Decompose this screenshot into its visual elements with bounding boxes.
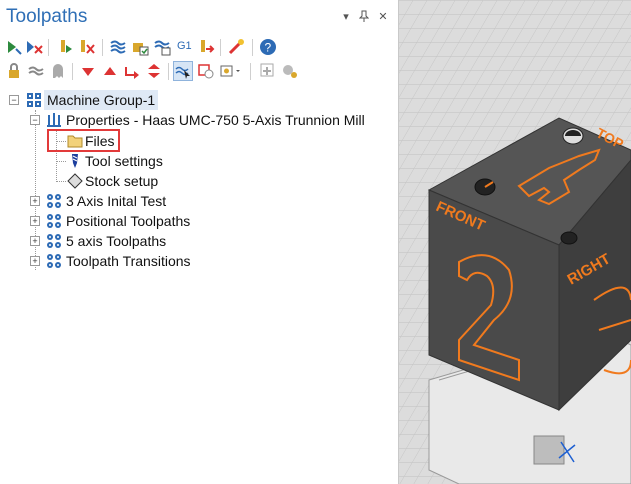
panel-titlebar: Toolpaths ▾ ✕ — [0, 0, 398, 32]
tree-row-machine-group[interactable]: − Machine Group-1 — [0, 90, 398, 110]
highlight-box — [47, 129, 120, 152]
group-label: 3 Axis Inital Test — [66, 193, 167, 209]
lock-icon[interactable] — [4, 61, 24, 81]
expand-icon[interactable]: + — [30, 216, 40, 226]
toolbar-row-1: G1 ? — [2, 37, 398, 59]
simulate-icon[interactable] — [152, 37, 172, 57]
toolbar-separator — [220, 39, 221, 56]
post-icon[interactable] — [258, 61, 278, 81]
close-icon[interactable]: ✕ — [376, 10, 390, 23]
arrow-down-icon[interactable] — [78, 61, 98, 81]
backplot-icon[interactable] — [108, 37, 128, 57]
tree-row-group[interactable]: + Toolpath Transitions — [0, 251, 398, 271]
tree-row-group[interactable]: + 5 axis Toolpaths — [0, 231, 398, 251]
g1-label: G1 — [177, 40, 192, 52]
tree-row-properties[interactable]: − Properties - Haas UMC-750 5-Axis Trunn… — [0, 110, 398, 130]
regenerate-dirty-icon[interactable] — [76, 37, 96, 57]
arrow-up-icon[interactable] — [100, 61, 120, 81]
deselect-icon[interactable] — [24, 37, 44, 57]
svg-text:?: ? — [265, 41, 272, 55]
waves-icon[interactable] — [26, 61, 46, 81]
machine-group-label: Machine Group-1 — [44, 90, 159, 110]
tree-row-stock-setup[interactable]: Stock setup — [0, 171, 398, 191]
toolbar-separator — [48, 39, 49, 56]
toolbar-separator — [252, 39, 253, 56]
toolbar-separator — [250, 63, 251, 80]
toolpaths-panel: Toolpaths ▾ ✕ G1 ? − Machine Group-1 − P… — [0, 0, 399, 484]
part-model: TOP FRONT RIGHT — [399, 0, 631, 484]
toolbar-row-2 — [2, 61, 398, 83]
group-label: Positional Toolpaths — [66, 213, 191, 229]
help-icon[interactable]: ? — [258, 37, 278, 57]
regenerate-icon[interactable] — [54, 37, 74, 57]
g1-icon[interactable]: G1 — [174, 37, 194, 57]
panel-dropdown-button[interactable]: ▾ — [339, 10, 353, 23]
collapse-icon[interactable]: − — [9, 95, 19, 105]
expand-icon[interactable]: + — [30, 236, 40, 246]
select-all-icon[interactable] — [4, 37, 24, 57]
graphics-viewport[interactable]: TOP FRONT RIGHT — [399, 0, 631, 484]
tree-row-tool-settings[interactable]: Tool settings — [0, 151, 398, 171]
toolpath-group-icon — [46, 253, 62, 274]
stock-setup-label: Stock setup — [85, 173, 159, 189]
properties-label: Properties - Haas UMC-750 5-Axis Trunnio… — [66, 112, 365, 128]
copy-icon[interactable] — [196, 61, 216, 81]
tree-row-group[interactable]: + 3 Axis Inital Test — [0, 191, 398, 211]
expand-collapse-icon[interactable] — [144, 61, 164, 81]
panel-title: Toolpaths — [6, 6, 88, 27]
toolbar-separator — [72, 63, 73, 80]
post-gcode-icon[interactable] — [196, 37, 216, 57]
magic-wand-icon[interactable] — [226, 37, 246, 57]
pin-icon[interactable] — [357, 10, 371, 25]
options-icon[interactable] — [218, 61, 240, 81]
group-label: 5 axis Toolpaths — [66, 233, 167, 249]
toolbar-separator — [168, 63, 169, 80]
settings-icon[interactable] — [280, 61, 300, 81]
tree-row-group[interactable]: + Positional Toolpaths — [0, 211, 398, 231]
tool-settings-label: Tool settings — [85, 153, 163, 169]
toolbar-separator — [102, 39, 103, 56]
verify-icon[interactable] — [130, 37, 150, 57]
insert-arrow-icon[interactable] — [122, 61, 142, 81]
ghost-icon[interactable] — [48, 61, 68, 81]
expand-icon[interactable]: + — [30, 256, 40, 266]
toggle-display-icon[interactable] — [173, 61, 193, 81]
collapse-icon[interactable]: − — [30, 115, 40, 125]
group-label: Toolpath Transitions — [66, 253, 191, 269]
expand-icon[interactable]: + — [30, 196, 40, 206]
